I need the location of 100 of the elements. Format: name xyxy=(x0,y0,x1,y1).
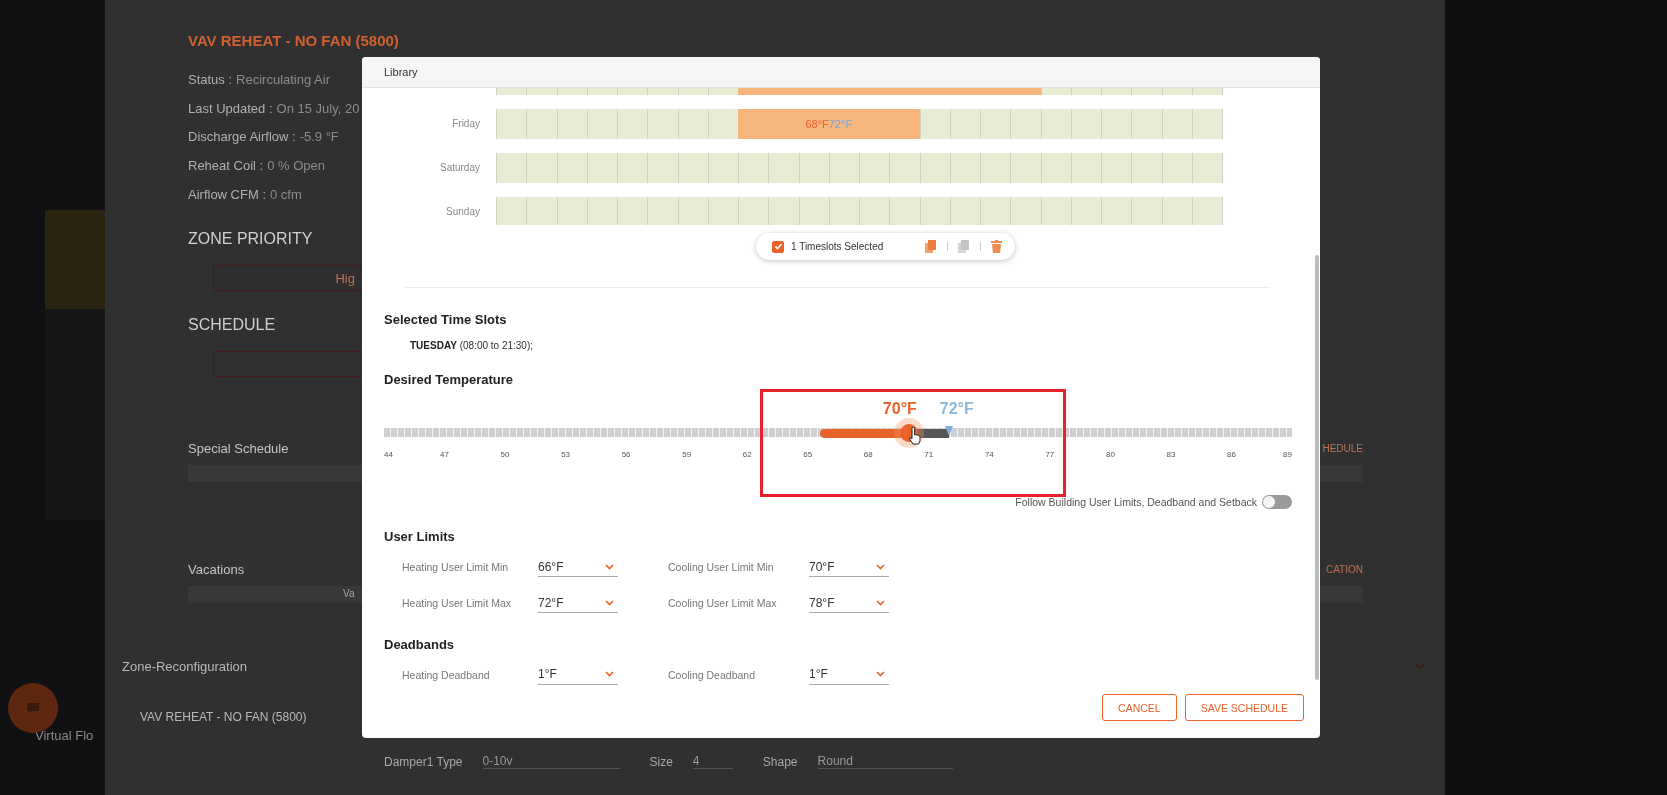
schedule-cell[interactable] xyxy=(889,109,920,139)
add-link[interactable]: CATION xyxy=(1325,564,1363,576)
schedule-cell[interactable] xyxy=(889,153,920,183)
schedule-cell[interactable] xyxy=(586,109,617,139)
schedule-cell[interactable] xyxy=(919,109,950,139)
schedule-cell[interactable] xyxy=(707,109,738,139)
schedule-cell[interactable] xyxy=(919,153,950,183)
schedule-cell[interactable] xyxy=(1131,197,1162,226)
schedule-cell[interactable] xyxy=(526,109,557,139)
schedule-cell[interactable] xyxy=(889,197,920,226)
schedule-cell[interactable] xyxy=(617,197,648,226)
dropdown[interactable]: 72°F xyxy=(538,593,618,614)
schedule-cell[interactable] xyxy=(919,197,950,226)
dropdown[interactable]: 78°F xyxy=(809,593,889,614)
schedule-cell[interactable] xyxy=(949,109,980,139)
schedule-cell[interactable] xyxy=(738,197,769,226)
field-label: Size xyxy=(649,754,673,769)
dropdown[interactable]: 0-10v xyxy=(482,754,620,770)
schedule-cell[interactable] xyxy=(980,153,1011,183)
chevron-icon[interactable] xyxy=(1415,663,1425,671)
schedule-cell[interactable] xyxy=(526,197,557,226)
dropdown[interactable]: 4 xyxy=(692,754,733,770)
checkbox[interactable] xyxy=(772,240,784,253)
schedule-cell[interactable] xyxy=(1161,197,1192,226)
day-row[interactable] xyxy=(496,153,1223,183)
schedule-cell[interactable] xyxy=(1070,109,1101,139)
copy-icon[interactable] xyxy=(958,240,971,254)
schedule-cell[interactable] xyxy=(496,153,527,183)
schedule-cell[interactable] xyxy=(1131,109,1162,139)
schedule-cell[interactable] xyxy=(556,109,587,139)
toggle-switch[interactable] xyxy=(1262,494,1292,509)
schedule-cell[interactable] xyxy=(707,197,738,226)
schedule-cell[interactable] xyxy=(828,197,859,226)
schedule-cell[interactable] xyxy=(556,197,587,226)
schedule-cell[interactable] xyxy=(1101,109,1132,139)
schedule-cell[interactable] xyxy=(496,109,527,139)
schedule-cell[interactable] xyxy=(586,197,617,226)
schedule-cell[interactable] xyxy=(1191,153,1222,183)
schedule-cell[interactable] xyxy=(1040,197,1071,226)
copy-icon[interactable] xyxy=(925,240,938,254)
schedule-cell[interactable] xyxy=(1070,153,1101,183)
add-link[interactable]: HEDULE xyxy=(1322,443,1363,455)
schedule-cell[interactable] xyxy=(586,153,617,183)
dropdown[interactable]: Round xyxy=(817,754,953,770)
schedule-cell[interactable] xyxy=(828,153,859,183)
schedule-cell[interactable] xyxy=(617,109,648,139)
dropdown[interactable]: 1°F xyxy=(538,664,618,685)
schedule-cell[interactable] xyxy=(1191,109,1222,139)
schedule-cell[interactable] xyxy=(647,109,678,139)
schedule-cell[interactable] xyxy=(949,197,980,226)
day-label: Saturday xyxy=(438,161,481,175)
schedule-cell[interactable] xyxy=(738,109,769,139)
schedule-cell[interactable] xyxy=(1010,109,1041,139)
cooling-marker[interactable] xyxy=(944,426,953,437)
schedule-cell[interactable] xyxy=(980,109,1011,139)
scrollbar[interactable] xyxy=(1315,255,1319,680)
schedule-cell[interactable] xyxy=(859,197,890,226)
field-label: Cooling User Limit Min xyxy=(668,561,775,574)
dropdown[interactable]: 70°F xyxy=(809,557,889,578)
scale-label: 71 xyxy=(924,449,934,459)
selection-count: 1 Timeslots Selected xyxy=(791,241,884,253)
schedule-cell[interactable] xyxy=(496,197,527,226)
schedule-cell[interactable] xyxy=(677,153,708,183)
schedule-cell[interactable] xyxy=(1010,153,1041,183)
schedule-cell[interactable] xyxy=(1161,109,1192,139)
day-row[interactable] xyxy=(496,197,1223,226)
status-label: Status : xyxy=(188,71,233,87)
schedule-cell[interactable] xyxy=(1040,109,1071,139)
schedule-cell[interactable] xyxy=(798,197,829,226)
schedule-cell[interactable] xyxy=(738,153,769,183)
schedule-cell[interactable] xyxy=(768,153,799,183)
schedule-cell[interactable] xyxy=(798,153,829,183)
schedule-cell[interactable] xyxy=(949,153,980,183)
dialog-button[interactable]: SAVE SCHEDULE xyxy=(1184,694,1304,721)
hand-cursor-icon xyxy=(907,427,922,446)
trash-icon[interactable] xyxy=(991,240,1003,254)
schedule-cell[interactable] xyxy=(980,197,1011,226)
schedule-cell[interactable] xyxy=(526,153,557,183)
schedule-cell[interactable] xyxy=(1161,153,1192,183)
dropdown[interactable]: 1°F xyxy=(809,664,889,685)
schedule-cell[interactable] xyxy=(1101,153,1132,183)
schedule-cell[interactable] xyxy=(677,197,708,226)
field-label: Shape xyxy=(762,754,798,769)
schedule-cell[interactable] xyxy=(1101,197,1132,226)
schedule-cell[interactable] xyxy=(859,153,890,183)
schedule-cell[interactable] xyxy=(1131,153,1162,183)
schedule-cell[interactable] xyxy=(707,153,738,183)
dropdown[interactable]: 66°F xyxy=(538,557,618,578)
schedule-cell[interactable] xyxy=(1070,197,1101,226)
schedule-cell[interactable] xyxy=(556,153,587,183)
dialog-button[interactable]: CANCEL xyxy=(1102,694,1177,721)
schedule-cell[interactable] xyxy=(647,197,678,226)
schedule-cell[interactable] xyxy=(647,153,678,183)
schedule-cell[interactable] xyxy=(1040,153,1071,183)
schedule-cell[interactable] xyxy=(1010,197,1041,226)
schedule-cell[interactable] xyxy=(1191,197,1222,226)
schedule-cell[interactable] xyxy=(677,109,708,139)
chat-button[interactable] xyxy=(8,683,58,733)
schedule-cell[interactable] xyxy=(768,197,799,226)
schedule-cell[interactable] xyxy=(617,153,648,183)
